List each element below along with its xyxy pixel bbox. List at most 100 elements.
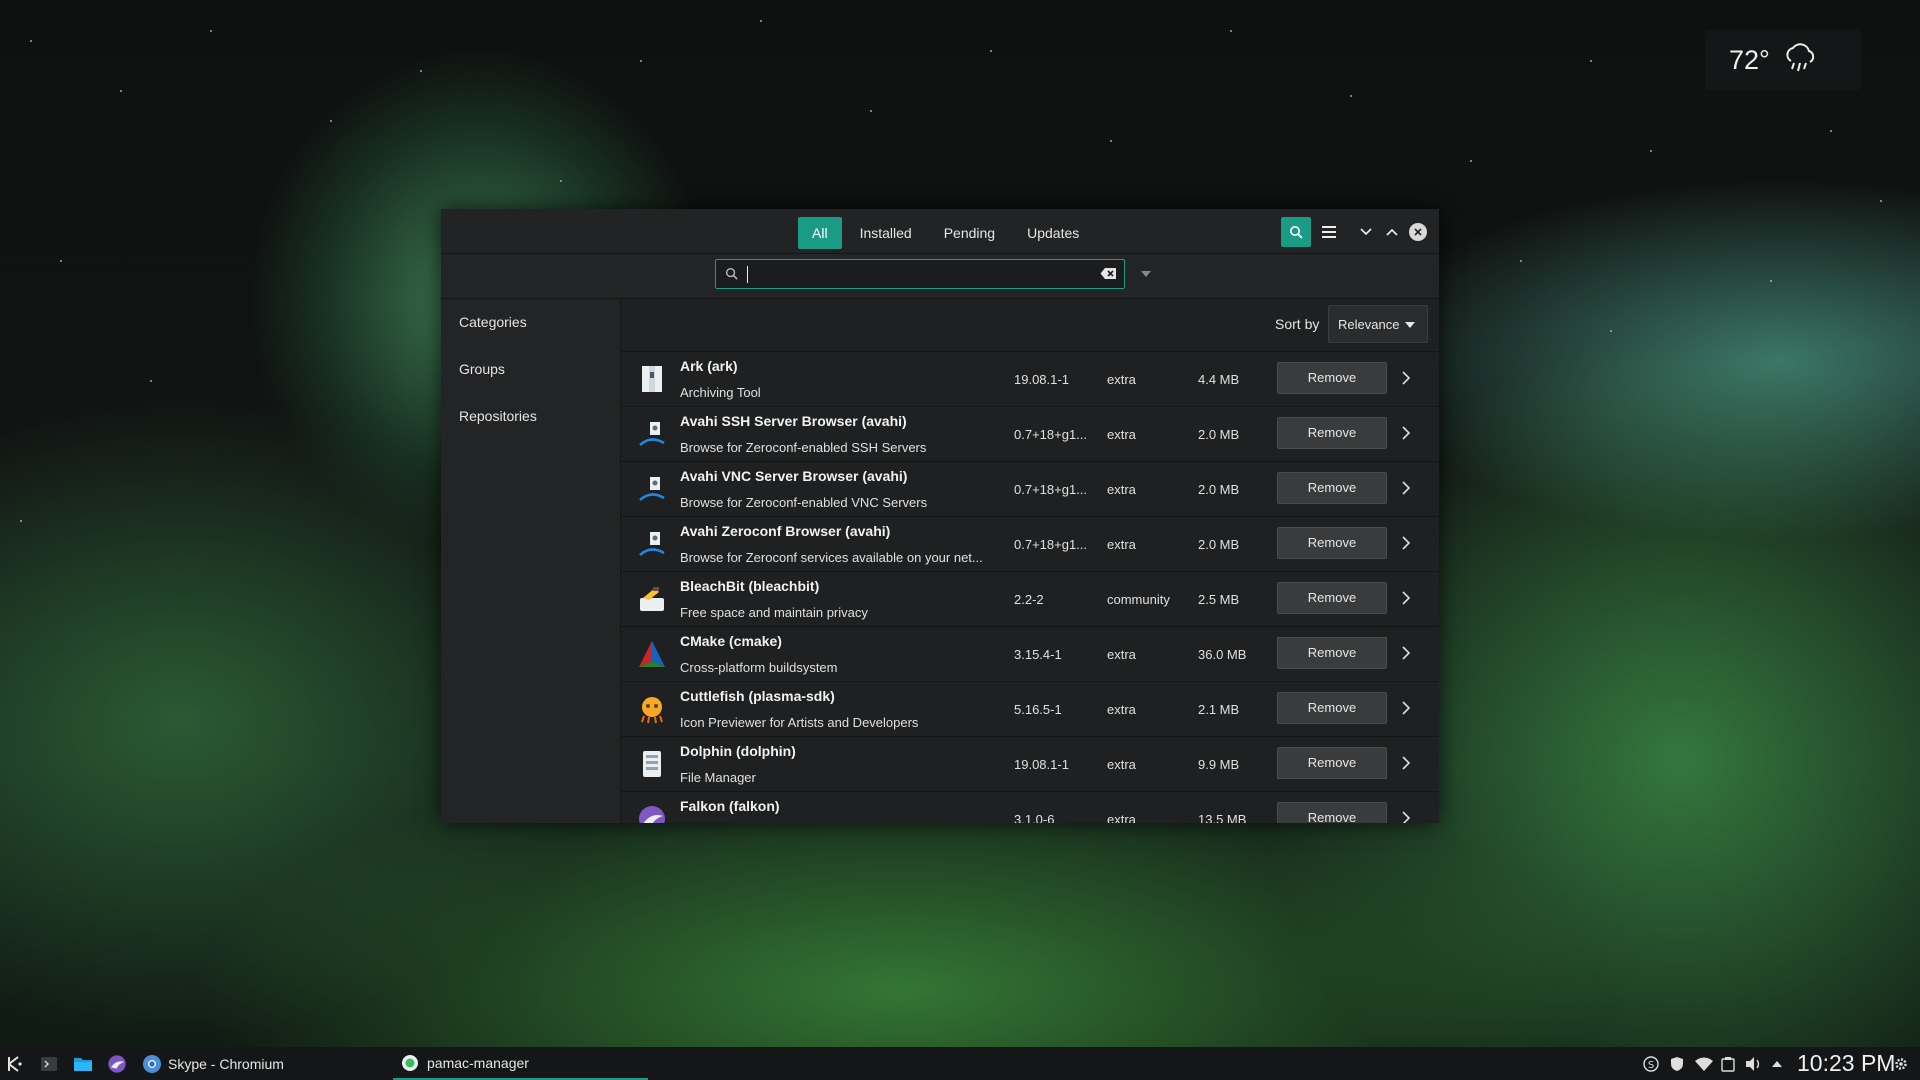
package-row[interactable]: CMake (cmake) Cross-platform buildsystem… (621, 627, 1439, 682)
package-version: 2.2-2 (1014, 592, 1044, 607)
package-version: 3.15.4-1 (1014, 647, 1062, 662)
tray-expand[interactable] (1772, 1047, 1782, 1080)
task-skype-chromium[interactable]: Skype - Chromium (142, 1047, 284, 1080)
tab-updates[interactable]: Updates (1013, 217, 1093, 249)
search-input[interactable] (744, 262, 1088, 288)
package-size: 2.5 MB (1198, 592, 1240, 607)
sort-select[interactable]: Relevance (1328, 305, 1428, 343)
remove-button[interactable]: Remove (1277, 637, 1387, 669)
package-size: 4.4 MB (1198, 372, 1240, 387)
text-cursor (747, 266, 748, 283)
tray-skype[interactable]: S (1643, 1047, 1659, 1080)
shield-icon (1671, 1056, 1683, 1071)
wifi-icon (1695, 1057, 1713, 1071)
package-version: 19.08.1-1 (1014, 372, 1069, 387)
package-size: 36.0 MB (1198, 647, 1247, 662)
search-field[interactable] (715, 259, 1125, 289)
chevron-up-icon (1386, 228, 1398, 236)
chevron-right-icon[interactable] (1401, 646, 1411, 660)
chevron-right-icon[interactable] (1401, 481, 1411, 495)
tray-network[interactable] (1694, 1047, 1714, 1080)
hamburger-icon (1322, 226, 1336, 238)
pamac-icon (402, 1054, 418, 1071)
package-version: 0.7+18+g1... (1014, 427, 1088, 442)
tray-security[interactable] (1670, 1047, 1684, 1080)
search-icon (725, 267, 738, 280)
remove-button[interactable]: Remove (1277, 362, 1387, 394)
chevron-right-icon[interactable] (1401, 536, 1411, 550)
package-repo: extra (1107, 427, 1136, 442)
bleachbit-icon (640, 587, 664, 611)
package-description: Browse for Zeroconf-enabled VNC Servers (680, 495, 928, 510)
remove-button[interactable]: Remove (1277, 527, 1387, 559)
remove-button[interactable]: Remove (1277, 802, 1387, 823)
view-tabs: All Installed Pending Updates (798, 217, 1093, 249)
application-launcher[interactable] (6, 1047, 24, 1080)
menu-button[interactable] (1314, 217, 1344, 247)
package-row[interactable]: Avahi Zeroconf Browser (avahi) Browse fo… (621, 517, 1439, 572)
task-pamac-manager[interactable]: pamac-manager (393, 1047, 648, 1080)
chevron-down-icon (1360, 228, 1372, 236)
tab-installed[interactable]: Installed (846, 217, 926, 249)
falkon-launcher[interactable] (107, 1047, 127, 1080)
package-row[interactable]: Avahi SSH Server Browser (avahi) Browse … (621, 407, 1439, 462)
package-name: Ark (ark) (680, 358, 738, 374)
sort-bar: Sort by Relevance (621, 299, 1439, 352)
chevron-right-icon[interactable] (1401, 701, 1411, 715)
remove-button[interactable]: Remove (1277, 692, 1387, 724)
chevron-right-icon[interactable] (1401, 811, 1411, 823)
tray-clipboard[interactable] (1721, 1047, 1735, 1080)
cmake-icon (639, 641, 665, 667)
package-row[interactable]: Cuttlefish (plasma-sdk) Icon Previewer f… (621, 682, 1439, 737)
weather-temperature: 72° (1729, 44, 1770, 75)
package-row[interactable]: BleachBit (bleachbit) Free space and mai… (621, 572, 1439, 627)
chevron-right-icon[interactable] (1401, 371, 1411, 385)
sidebar-item-groups[interactable]: Groups (441, 346, 620, 393)
tray-volume[interactable] (1745, 1047, 1763, 1080)
chromium-icon (143, 1054, 161, 1073)
caret-down-icon (1141, 271, 1151, 277)
tray-settings[interactable] (1894, 1047, 1908, 1080)
chevron-right-icon[interactable] (1401, 756, 1411, 770)
terminal-launcher[interactable] (40, 1047, 58, 1080)
chevron-right-icon[interactable] (1401, 426, 1411, 440)
chevron-right-icon[interactable] (1401, 591, 1411, 605)
sort-label: Sort by (1275, 316, 1320, 332)
package-row[interactable]: Ark (ark) Archiving Tool 19.08.1-1 extra… (621, 352, 1439, 407)
close-button[interactable] (1403, 217, 1433, 247)
weather-widget[interactable]: 72° (1705, 30, 1861, 90)
header-bar: All Installed Pending Updates (441, 209, 1439, 254)
dolphin-icon (643, 751, 661, 777)
search-toggle-button[interactable] (1281, 217, 1311, 247)
search-options-dropdown[interactable] (1133, 259, 1159, 289)
package-repo: extra (1107, 702, 1136, 717)
package-name: Avahi VNC Server Browser (avahi) (680, 468, 908, 484)
close-icon (1409, 223, 1427, 241)
remove-button[interactable]: Remove (1277, 417, 1387, 449)
package-name: Dolphin (dolphin) (680, 743, 796, 759)
pamac-window: All Installed Pending Updates Categories… (441, 209, 1439, 823)
terminal-icon (41, 1056, 57, 1071)
package-list: Ark (ark) Archiving Tool 19.08.1-1 extra… (621, 352, 1439, 823)
remove-button[interactable]: Remove (1277, 747, 1387, 779)
clock[interactable]: 10:23 PM (1797, 1050, 1895, 1077)
package-description: Icon Previewer for Artists and Developer… (680, 715, 919, 730)
package-row[interactable]: Dolphin (dolphin) File Manager 19.08.1-1… (621, 737, 1439, 792)
package-row[interactable]: Falkon (falkon) 3.1.0-6 extra 13.5 MB Re… (621, 792, 1439, 823)
package-row[interactable]: Avahi VNC Server Browser (avahi) Browse … (621, 462, 1439, 517)
package-size: 2.0 MB (1198, 537, 1240, 552)
remove-button[interactable]: Remove (1277, 472, 1387, 504)
tab-all[interactable]: All (798, 217, 842, 249)
taskbar: Skype - Chromium pamac-manager S 10:23 P… (0, 1047, 1920, 1080)
sort-value: Relevance (1338, 317, 1400, 332)
avahi-icon (639, 532, 665, 556)
package-version: 0.7+18+g1... (1014, 482, 1088, 497)
sidebar-item-categories[interactable]: Categories (441, 299, 620, 346)
clear-search-icon[interactable] (1100, 267, 1117, 280)
sidebar-item-repositories[interactable]: Repositories (441, 393, 620, 440)
tab-pending[interactable]: Pending (930, 217, 1009, 249)
remove-button[interactable]: Remove (1277, 582, 1387, 614)
clipboard-icon (1721, 1056, 1735, 1072)
package-repo: extra (1107, 757, 1136, 772)
file-manager-launcher[interactable] (73, 1047, 93, 1080)
